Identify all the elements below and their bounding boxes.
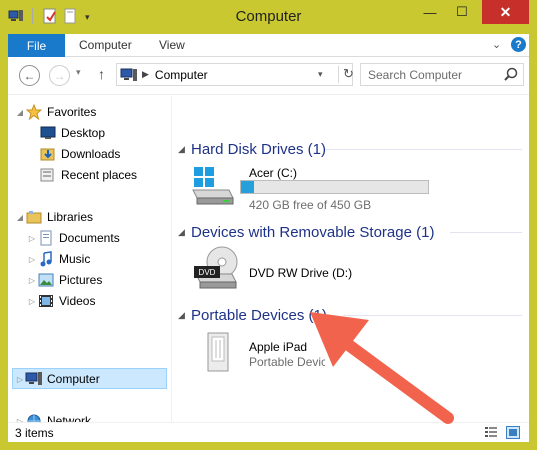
search-placeholder: Search Computer (368, 67, 463, 82)
group-title: Devices with Removable Storage (1) (191, 223, 435, 241)
search-icon[interactable] (502, 66, 520, 84)
hard-drive-icon (191, 166, 235, 206)
group-divider (450, 232, 522, 233)
collapse-icon[interactable]: ◢ (178, 310, 191, 321)
nav-item-libraries[interactable]: ◢ Libraries (15, 207, 93, 227)
collapse-icon[interactable]: ◢ (178, 227, 191, 238)
ribbon-tabs: File Computer View ⌄ ? (8, 34, 529, 57)
videos-icon (37, 293, 55, 309)
expander-icon[interactable]: ◢ (15, 108, 25, 117)
status-bar: 3 items (8, 422, 529, 442)
arrow-right-icon: → (53, 68, 66, 83)
title-bar: ▾ Computer — ☐ ✕ (0, 0, 537, 34)
content-pane: ◢ Hard Disk Drives (1) Acer (C:) 420 GB … (172, 96, 529, 422)
arrow-left-icon: ← (23, 68, 36, 83)
nav-item-music[interactable]: ▷ Music (27, 249, 90, 269)
group-divider (343, 315, 522, 316)
collapse-icon[interactable]: ◢ (178, 144, 191, 155)
downloads-icon (39, 146, 57, 162)
recent-places-icon (39, 167, 57, 183)
drive-capacity-bar (240, 180, 429, 194)
explorer-window: ▾ Computer — ☐ ✕ File Computer View ⌄ ? … (0, 0, 537, 450)
nav-label: Music (59, 252, 91, 266)
expander-icon[interactable]: ◢ (15, 213, 25, 222)
portable-device-icon (206, 332, 230, 372)
refresh-icon[interactable]: ↻ (338, 66, 354, 83)
close-button[interactable]: ✕ (482, 0, 529, 24)
group-title: Hard Disk Drives (1) (191, 140, 327, 158)
nav-label: Downloads (61, 147, 121, 161)
nav-item-videos[interactable]: ▷ Videos (27, 291, 96, 311)
details-view-icon[interactable] (484, 426, 498, 439)
computer-icon (25, 371, 43, 387)
forward-button[interactable]: → (49, 65, 70, 86)
nav-label: Computer (47, 372, 100, 386)
dvd-badge: DVD (199, 268, 216, 277)
address-bar[interactable]: ▶ Computer ▾ ↻ (116, 63, 354, 86)
star-icon (25, 104, 43, 120)
drive-capacity-fill (241, 181, 254, 193)
navigation-pane: ◢ Favorites Desktop Downloads Recent pla… (8, 96, 171, 428)
window-client: File Computer View ⌄ ? ← → ▾ ↑ ▶ Compute… (8, 34, 529, 442)
device-name[interactable]: Apple iPad (249, 340, 307, 354)
up-button[interactable]: ↑ (98, 66, 105, 82)
nav-label: Favorites (47, 105, 97, 119)
dvd-drive-icon: DVD (194, 246, 240, 290)
drive-name[interactable]: Acer (C:) (249, 166, 297, 180)
nav-item-computer[interactable]: ▷ Computer (15, 369, 100, 389)
tab-file[interactable]: File (8, 34, 65, 57)
search-input[interactable]: Search Computer (360, 63, 524, 86)
nav-label: Pictures (59, 273, 103, 287)
desktop-icon (39, 125, 57, 141)
group-header-removable[interactable]: ◢ Devices with Removable Storage (1) (178, 221, 522, 243)
address-row: ← → ▾ ↑ ▶ Computer ▾ ↻ Search Computer (8, 57, 529, 95)
group-title: Portable Devices (1) (191, 306, 327, 324)
nav-label: Videos (59, 294, 96, 308)
expander-icon[interactable]: ▷ (27, 297, 37, 306)
breadcrumb[interactable]: Computer (155, 68, 208, 82)
device-type: Portable Device (249, 355, 325, 369)
drive-name[interactable]: DVD RW Drive (D:) (249, 266, 352, 280)
nav-item-recent-places[interactable]: Recent places (39, 165, 137, 185)
minimize-button[interactable]: — (416, 0, 444, 24)
breadcrumb-separator-icon[interactable]: ▶ (142, 69, 149, 80)
expander-icon[interactable]: ▷ (15, 375, 25, 384)
large-icons-view-icon[interactable] (506, 426, 520, 439)
nav-label: Documents (59, 231, 120, 245)
tab-view[interactable]: View (159, 38, 185, 52)
nav-item-desktop[interactable]: Desktop (39, 123, 105, 143)
documents-icon (37, 230, 55, 246)
back-button[interactable]: ← (19, 65, 40, 86)
nav-label: Recent places (61, 168, 138, 182)
nav-item-documents[interactable]: ▷ Documents (27, 228, 120, 248)
chevron-down-icon[interactable]: ⌄ (492, 38, 501, 51)
nav-item-favorites[interactable]: ◢ Favorites (15, 102, 96, 122)
expander-icon[interactable]: ▷ (27, 276, 37, 285)
group-divider (325, 149, 522, 150)
group-header-portable[interactable]: ◢ Portable Devices (1) (178, 304, 522, 326)
maximize-button[interactable]: ☐ (448, 0, 476, 24)
arrow-up-icon: ↑ (98, 66, 105, 82)
group-header-hard-disk[interactable]: ◢ Hard Disk Drives (1) (178, 138, 522, 160)
drive-free-space: 420 GB free of 450 GB (249, 198, 372, 212)
help-button[interactable]: ? (511, 37, 526, 52)
pictures-icon (37, 272, 55, 288)
expander-icon[interactable]: ▷ (27, 255, 37, 264)
nav-item-pictures[interactable]: ▷ Pictures (27, 270, 102, 290)
nav-label: Libraries (47, 210, 94, 224)
music-icon (37, 251, 55, 267)
recent-locations-icon[interactable]: ▾ (76, 67, 81, 78)
expander-icon[interactable]: ▷ (27, 234, 37, 243)
item-count: 3 items (15, 426, 54, 440)
nav-item-downloads[interactable]: Downloads (39, 144, 120, 164)
tab-computer[interactable]: Computer (79, 38, 132, 52)
libraries-icon (25, 209, 43, 225)
address-dropdown-icon[interactable]: ▾ (318, 69, 323, 80)
computer-icon (120, 68, 137, 81)
nav-label: Desktop (61, 126, 106, 140)
